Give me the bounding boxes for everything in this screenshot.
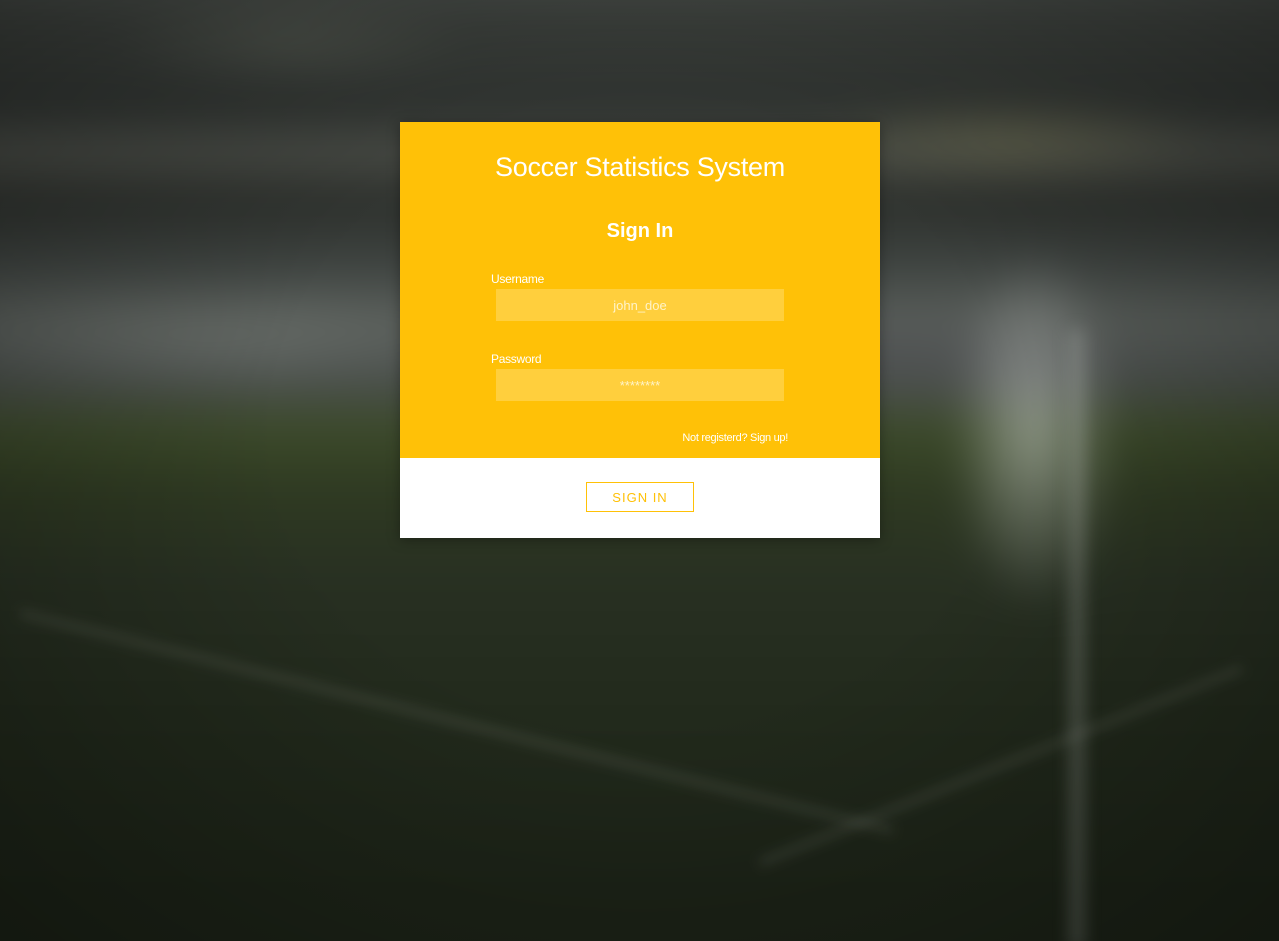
login-card: Soccer Statistics System Sign In Usernam… [400,122,880,538]
password-input[interactable] [496,369,784,401]
signup-link[interactable]: Not registerd? Sign up! [682,432,788,444]
sign-in-button[interactable]: SIGN IN [586,482,694,512]
app-title: Soccer Statistics System [495,152,785,182]
form-title: Sign In [606,220,674,242]
login-form-panel: Soccer Statistics System Sign In Usernam… [400,122,880,458]
username-input[interactable] [496,289,784,321]
username-label: Username [491,272,544,286]
password-label: Password [491,352,542,366]
